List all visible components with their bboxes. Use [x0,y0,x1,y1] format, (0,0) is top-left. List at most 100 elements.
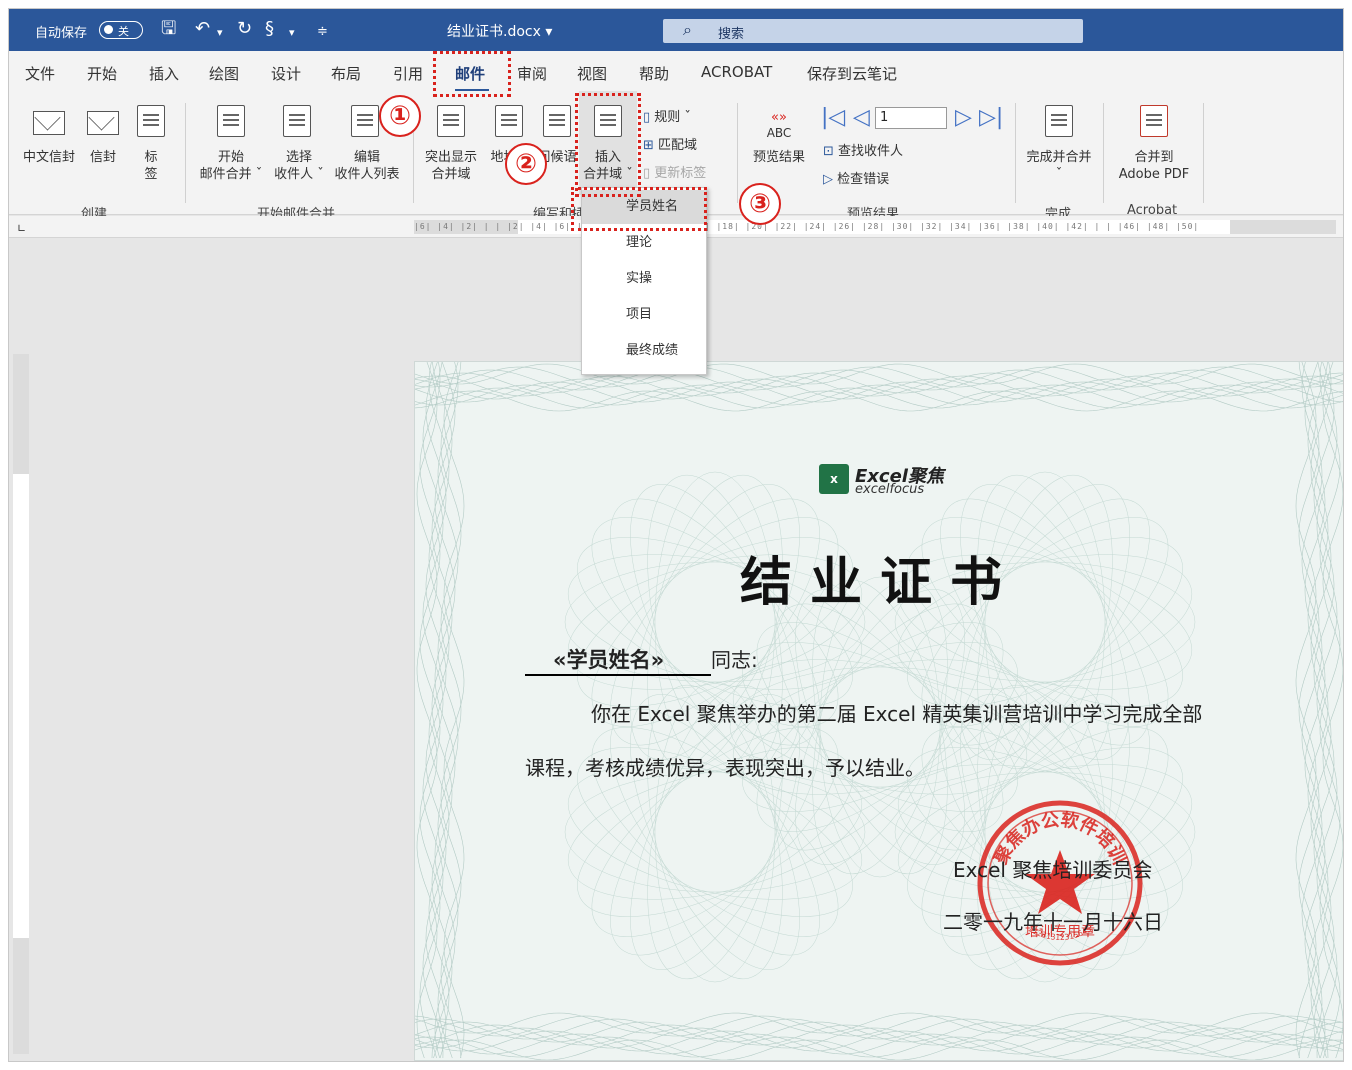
start-merge-icon [217,105,245,137]
update-labels-button[interactable]: ▯ 更新标签 [643,165,706,182]
autosave-label: 自动保存 [35,26,88,41]
tab-review[interactable]: 审阅 [517,63,547,84]
redo-icon[interactable]: ↻ [237,19,252,39]
dropdown-item-final-score[interactable]: 最终成绩 [582,334,706,368]
logo-subtitle: excelfocus [855,482,925,497]
cn-envelope-icon [33,111,65,135]
labels-icon [137,105,165,137]
annotation-step-2: ② [505,143,547,185]
greeting-line: «学员姓名» 同志: [525,644,758,676]
ruler-scale: |6| |4| |2| | | |2| |4| |6| |8| |10| |12… [414,220,1336,234]
finish-merge-button[interactable]: 完成并合并 ˇ [1019,91,1099,195]
annotation-box-mailings-tab [433,51,511,97]
next-record-icon[interactable]: ▷ [955,105,972,130]
group-separator [1015,103,1016,203]
document-page[interactable]: x Excel聚焦 excelfocus 结业证书 «学员姓名» 同志: 你在 E… [414,361,1343,1061]
official-seal: 聚焦办公软件培训 培训专用章 51231312315645 [977,800,1143,966]
annotation-step-3: ③ [739,183,781,225]
greeting-line-button[interactable]: 问候语 [535,91,579,195]
body-line-2: 课程，考核成绩优异，表现突出，予以结业。 [525,756,925,780]
excel-icon: x [819,464,849,494]
edit-recipients-icon [351,105,379,137]
autosave-toggle[interactable]: 关 [99,21,143,39]
check-errors-button[interactable]: ▷ 检查错误 [823,171,889,188]
adobe-pdf-icon [1140,105,1168,137]
find-recipient-icon: ⊡ [823,144,834,159]
comrade-text: 同志: [711,648,758,672]
highlight-merge-fields-button[interactable]: 突出显示 合并域 [419,91,483,195]
greeting-line-icon [543,105,571,137]
labels-button[interactable]: 标 签 [131,91,171,195]
tab-file[interactable]: 文件 [25,63,55,84]
search-box[interactable]: ⌕ 搜索 [663,19,1083,43]
group-separator [1203,103,1204,203]
tab-acrobat[interactable]: ACROBAT [701,63,772,81]
certificate-title: 结业证书 [739,552,1020,613]
merge-brackets-icon: «» [771,110,787,125]
student-name-merge-field[interactable]: «学员姓名» [525,644,711,676]
ruler-top-margin [13,354,29,474]
highlight-fields-icon [437,105,465,137]
save-icon[interactable]: 🖫 [161,19,176,39]
search-icon: ⌕ [683,20,692,39]
toggle-state: 关 [118,25,129,38]
ruler-right-margin [1230,220,1336,234]
touch-mode-icon[interactable]: § [265,19,274,39]
customize-qat-icon[interactable]: ≑ [317,22,328,42]
first-record-icon[interactable]: |◁ [821,105,845,130]
select-recipients-button[interactable]: 选择 收件人 ˇ [267,91,331,195]
envelope-button[interactable]: 信封 [81,91,125,195]
tab-insert[interactable]: 插入 [149,63,179,84]
vertical-ruler[interactable] [13,354,29,1054]
organization-name: Excel 聚焦培训委员会 [953,858,1153,882]
rules-button[interactable]: ▯ 规则 ˇ [643,109,691,126]
rules-icon: ▯ [643,110,651,125]
finish-merge-icon [1045,105,1073,137]
document-title[interactable]: 结业证书.docx ▾ [447,21,552,41]
address-block-icon [495,105,523,137]
ruler-bottom-margin [13,938,29,1054]
annotation-box-student-name [571,187,707,231]
ribbon-tabs: 文件 开始 插入 绘图 设计 布局 引用 邮件 审阅 视图 帮助 ACROBAT… [9,51,1343,92]
tab-draw[interactable]: 绘图 [209,63,239,84]
search-placeholder: 搜索 [718,27,745,42]
check-errors-icon: ▷ [823,172,833,187]
find-recipient-button[interactable]: ⊡ 查找收件人 [823,143,903,160]
record-number-input[interactable]: 1 [875,107,947,129]
match-fields-icon: ⊞ [643,138,654,153]
match-fields-button[interactable]: ⊞ 匹配域 [643,137,697,154]
dropdown-item-theory[interactable]: 理论 [582,226,706,260]
select-recipients-icon [283,105,311,137]
toggle-knob [104,25,113,34]
merge-to-adobe-pdf-button[interactable]: 合并到 Adobe PDF [1109,91,1199,195]
touch-dropdown-icon[interactable]: ▾ [289,23,295,43]
title-bar: 自动保存 关 🖫 ↶ ▾ ↻ § ▾ ≑ 结业证书.docx ▾ ⌕ 搜索 [9,9,1343,51]
tab-references[interactable]: 引用 [393,63,423,84]
previous-record-icon[interactable]: ◁ [853,105,870,130]
undo-icon[interactable]: ↶ [195,19,210,39]
tab-help[interactable]: 帮助 [639,63,669,84]
body-line-1: 你在 Excel 聚焦举办的第二届 Excel 精英集训营培训中学习完成全部 [591,702,1203,726]
tab-cloud-notes[interactable]: 保存到云笔记 [807,63,897,84]
last-record-icon[interactable]: ▷| [979,105,1003,130]
undo-dropdown-icon[interactable]: ▾ [217,23,223,43]
tab-design[interactable]: 设计 [271,63,301,84]
tab-selector-icon[interactable]: ∟ [17,222,26,235]
annotation-box-insert-field [575,93,641,197]
cn-envelope-button[interactable]: 中文信封 [19,91,79,195]
group-separator [1103,103,1104,203]
dropdown-item-practice[interactable]: 实操 [582,262,706,296]
start-mail-merge-button[interactable]: 开始 邮件合并 ˇ [195,91,267,195]
group-separator [737,103,738,203]
update-labels-icon: ▯ [643,166,651,181]
tab-view[interactable]: 视图 [577,63,607,84]
tab-home[interactable]: 开始 [87,63,117,84]
envelope-icon [87,111,119,135]
certificate-date: 二零一九年十一月十六日 [943,910,1163,934]
dropdown-item-project[interactable]: 项目 [582,298,706,332]
preview-results-button[interactable]: «» ABC 预览结果 [745,91,813,195]
group-separator [185,103,186,203]
annotation-step-1: ① [379,95,421,137]
word-window: 自动保存 关 🖫 ↶ ▾ ↻ § ▾ ≑ 结业证书.docx ▾ ⌕ 搜索 文件… [8,8,1344,1062]
tab-layout[interactable]: 布局 [331,63,361,84]
